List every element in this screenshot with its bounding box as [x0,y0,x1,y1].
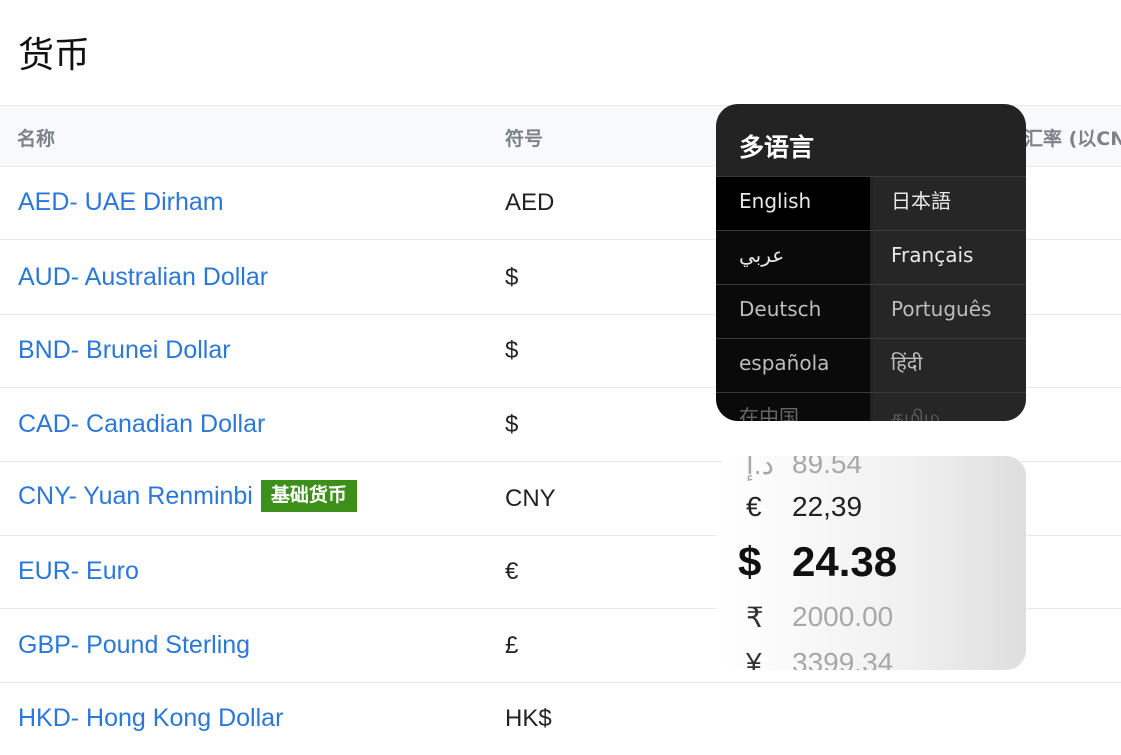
column-header-rate[interactable]: 汇率 (以CNY为 [1024,124,1121,151]
amount-card: د.إ 89.54 € 22,39 $ 24.38 ₹ 2000.00 ¥ 33… [716,456,1026,670]
currency-symbol: AED [505,189,555,216]
amount-value: 22,39 [792,491,863,522]
language-option[interactable]: Deutsch [716,285,870,338]
language-row: 在中国 தமிழ [716,392,1026,421]
column-header-name[interactable]: 名称 [17,124,55,151]
currency-link[interactable]: GBP- Pound Sterling [18,631,250,660]
amount-currency-symbol: د.إ [746,456,775,480]
language-option[interactable]: Português [873,285,1026,338]
currency-link[interactable]: CAD- Canadian Dollar [18,410,265,439]
language-option[interactable]: Français [873,231,1026,284]
currency-symbol: $ [505,411,519,438]
language-option[interactable]: 日本語 [873,177,1026,230]
currency-link[interactable]: AUD- Australian Dollar [18,263,268,292]
page-title: 货币 [18,35,91,76]
language-option[interactable]: عربي [716,231,870,284]
currency-name: AED- UAE Dirham [18,188,224,216]
currency-symbol: € [505,558,519,585]
language-option[interactable]: हिंदी [873,339,1026,392]
language-row: English 日本語 [716,176,1026,230]
amount-value: 3399.34 [792,647,894,670]
language-option[interactable]: española [716,339,870,392]
currency-name: CAD- Canadian Dollar [18,410,266,438]
amount-value: 2000.00 [792,601,894,632]
amount-currency-symbol: ¥ [746,647,762,670]
language-option[interactable]: 在中国 [716,393,870,421]
language-row: Deutsch Português [716,284,1026,338]
language-option[interactable]: தமிழ [873,393,1026,421]
currency-symbol: HK$ [505,705,552,732]
currency-name: BND- Brunei Dollar [18,336,231,364]
currency-link[interactable]: HKD- Hong Kong Dollar [18,704,283,733]
currency-name: CNY- Yuan Renminbi [18,481,253,510]
amount-currency-symbol: € [746,491,762,522]
currency-name: AUD- Australian Dollar [18,263,269,291]
column-header-symbol[interactable]: 符号 [505,124,543,151]
language-grid: English 日本語 عربي Français Deutsch Portug… [716,176,1026,421]
currency-symbol: $ [505,337,519,364]
currency-link[interactable]: EUR- Euro [18,557,139,586]
amount-value: 24.38 [792,538,898,585]
table-row: HKD- Hong Kong Dollar HK$ [0,682,1121,755]
currency-link[interactable]: AED- UAE Dirham [18,188,224,217]
currency-symbol: CNY [505,485,556,512]
amount-value: 89.54 [792,456,863,479]
language-option[interactable]: English [716,177,870,230]
language-row: española हिंदी [716,338,1026,392]
currency-name: EUR- Euro [18,557,139,585]
currency-link[interactable]: BND- Brunei Dollar [18,336,231,365]
language-card: 多语言 English 日本語 عربي Français Deutsch Po… [716,104,1026,421]
language-card-title: 多语言 [739,133,815,162]
currency-symbol: $ [505,264,519,291]
currency-link[interactable]: CNY- Yuan Renminbi 基础货币 [18,480,357,512]
currency-name: GBP- Pound Sterling [18,631,251,659]
currency-symbol: £ [505,632,519,659]
amount-currency-symbol: $ [738,538,762,585]
currency-name: HKD- Hong Kong Dollar [18,704,284,732]
amount-currency-symbol: ₹ [746,602,764,633]
base-currency-badge: 基础货币 [260,480,357,512]
language-row: عربي Français [716,230,1026,284]
